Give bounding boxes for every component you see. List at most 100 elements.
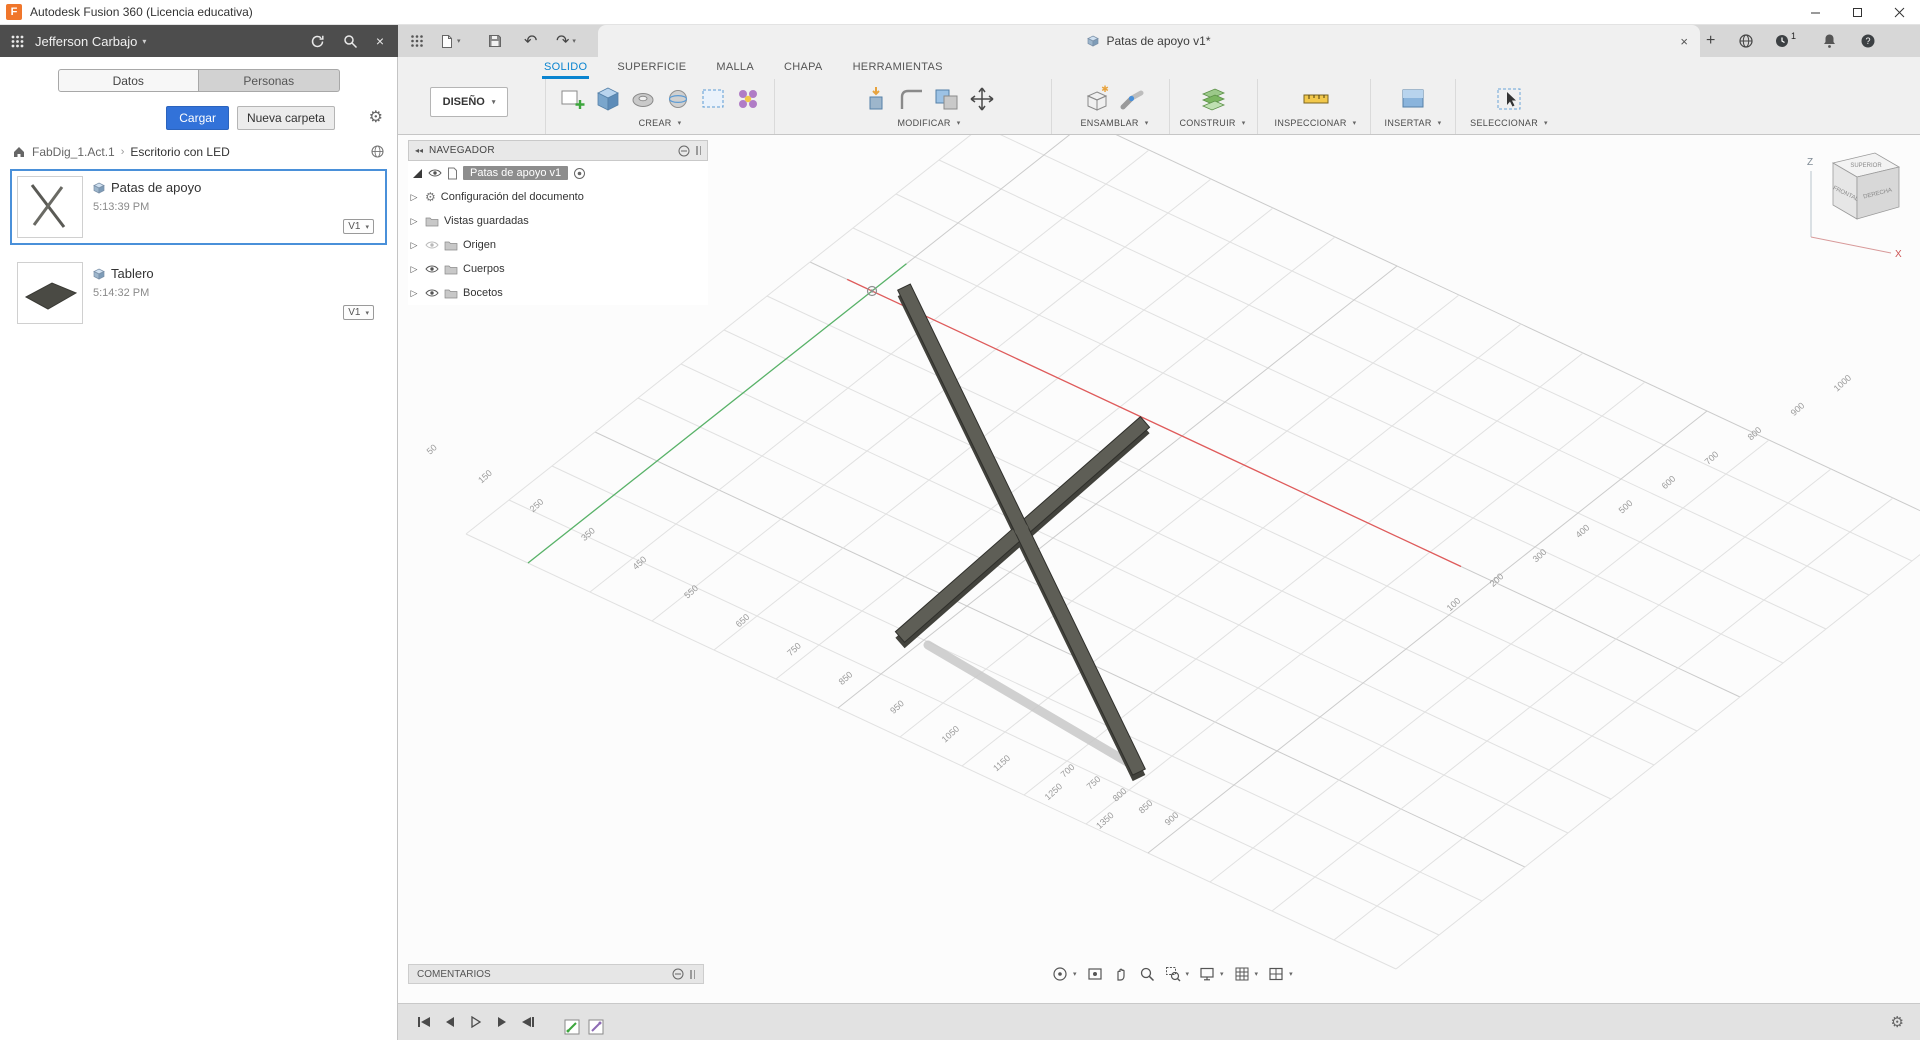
select-cursor-icon[interactable] [1493, 83, 1525, 115]
expand-triangle-icon[interactable]: ▷ [408, 216, 420, 227]
save-icon[interactable] [488, 25, 502, 57]
zoom-button[interactable] [1135, 963, 1159, 985]
fillet-icon[interactable] [896, 83, 928, 115]
group-label-crear[interactable]: CREAR ▾ [639, 118, 682, 128]
minimize-button[interactable] [1794, 0, 1836, 24]
upload-button[interactable]: Cargar [166, 106, 229, 130]
close-button[interactable] [1878, 0, 1920, 24]
timeline-play-button[interactable] [466, 1012, 486, 1032]
close-panel-icon[interactable]: × [376, 33, 384, 49]
look-at-button[interactable] [1083, 963, 1107, 985]
extrude-icon[interactable] [592, 83, 624, 115]
timeline-go-end-button[interactable] [518, 1012, 538, 1032]
panel-settings-gear-icon[interactable]: ⚙ [369, 107, 383, 127]
timeline-step-back-button[interactable] [440, 1012, 460, 1032]
ribbon-tab-solido[interactable]: SOLIDO [542, 61, 590, 79]
comments-bar[interactable]: COMENTARIOS [408, 964, 704, 984]
panel-drag-handle[interactable] [696, 146, 701, 155]
new-tab-button[interactable]: + [1706, 25, 1715, 57]
navigator-root-row[interactable]: Patas de apoyo v1 [408, 161, 708, 185]
undo-icon[interactable]: ↶ [524, 25, 537, 57]
navigator-header[interactable]: ◂◂ NAVEGADOR [408, 140, 708, 161]
data-item-tablero[interactable]: Tablero 5:14:32 PM V1 ▾ [10, 255, 387, 331]
breadcrumb-root[interactable]: FabDig_1.Act.1 [32, 145, 115, 159]
search-icon[interactable] [343, 34, 358, 49]
group-label-insertar[interactable]: INSERTAR ▾ [1385, 118, 1442, 128]
file-menu-icon[interactable]: ▾ [440, 25, 461, 57]
collapse-circle-icon[interactable] [678, 145, 690, 157]
version-dropdown[interactable]: V1 ▾ [343, 219, 374, 234]
home-icon[interactable] [12, 145, 26, 158]
orbit-button[interactable]: ▾ [1048, 963, 1081, 985]
help-icon[interactable]: ? [1860, 25, 1876, 57]
measure-icon[interactable] [1300, 83, 1332, 115]
model-x-legs[interactable] [894, 283, 1151, 782]
group-label-modificar[interactable]: MODIFICAR ▾ [897, 118, 960, 128]
document-tab[interactable]: Patas de apoyo v1* × [598, 25, 1700, 57]
pan-button[interactable] [1109, 963, 1133, 985]
tab-personas[interactable]: Personas [199, 69, 340, 92]
new-folder-button[interactable]: Nueva carpeta [236, 106, 335, 130]
document-tab-close-icon[interactable]: × [1680, 34, 1688, 49]
expand-triangle-icon[interactable]: ▷ [408, 192, 420, 203]
notifications-bell-icon[interactable] [1822, 25, 1837, 57]
visibility-eye-off-icon[interactable] [425, 240, 439, 250]
navigator-node-origin[interactable]: ▷ Origen [408, 233, 708, 257]
activate-radio-icon[interactable] [573, 167, 586, 180]
workspace-selector[interactable]: DISEÑO ▾ [430, 87, 508, 117]
redo-icon[interactable]: ↷ ▾ [556, 25, 576, 57]
navigator-node-bodies[interactable]: ▷ Cuerpos [408, 257, 708, 281]
navigator-node-doc-settings[interactable]: ▷ ⚙ Configuración del documento [408, 185, 708, 209]
panel-drag-handle[interactable] [690, 969, 695, 979]
tab-datos[interactable]: Datos [57, 69, 199, 92]
expand-triangle-icon[interactable]: ▷ [408, 264, 420, 275]
ribbon-tab-malla[interactable]: MALLA [714, 61, 756, 79]
group-label-construir[interactable]: CONSTRUIR ▾ [1179, 118, 1245, 128]
ribbon-tab-herramientas[interactable]: HERRAMIENTAS [851, 61, 945, 79]
joint-icon[interactable] [1116, 83, 1148, 115]
group-label-seleccionar[interactable]: SELECCIONAR ▾ [1470, 118, 1548, 128]
navigator-node-saved-views[interactable]: ▷ Vistas guardadas [408, 209, 708, 233]
derive-icon[interactable] [697, 83, 729, 115]
form-icon[interactable] [662, 83, 694, 115]
timeline-settings-gear-icon[interactable]: ⚙ [1891, 1013, 1904, 1031]
viewcube[interactable]: Z SUPERIOR FRONTAL DERECHA X [1795, 145, 1915, 263]
create-sketch-icon[interactable] [557, 83, 589, 115]
browser-globe-icon[interactable] [1738, 25, 1754, 57]
item-thumbnail[interactable] [17, 262, 83, 324]
timeline-feature-sketch-1[interactable] [564, 1019, 580, 1035]
zoom-window-button[interactable]: ▾ [1161, 963, 1194, 985]
pattern-icon[interactable] [732, 83, 764, 115]
combine-icon[interactable] [931, 83, 963, 115]
version-dropdown[interactable]: V1 ▾ [343, 305, 374, 320]
visibility-eye-icon[interactable] [428, 168, 442, 178]
user-menu[interactable]: Jefferson Carbajo [35, 34, 137, 49]
new-component-icon[interactable]: ✱ [1081, 83, 1113, 115]
apps-grid-icon[interactable] [10, 34, 25, 49]
insert-canvas-icon[interactable] [1397, 83, 1429, 115]
grid-settings-button[interactable]: ▾ [1230, 963, 1263, 985]
visibility-eye-icon[interactable] [425, 264, 439, 274]
collapse-circle-icon[interactable] [672, 968, 684, 980]
navigator-node-sketches[interactable]: ▷ Bocetos [408, 281, 708, 305]
group-label-ensamblar[interactable]: ENSAMBLAR ▾ [1080, 118, 1148, 128]
job-status-clock-icon[interactable]: 1 [1774, 25, 1796, 57]
visibility-eye-icon[interactable] [425, 288, 439, 298]
timeline-feature-sketch-2[interactable] [588, 1019, 604, 1035]
ribbon-tab-superficie[interactable]: SUPERFICIE [615, 61, 688, 79]
navigator-document-name[interactable]: Patas de apoyo v1 [463, 166, 569, 180]
group-label-inspeccionar[interactable]: INSPECCIONAR ▾ [1275, 118, 1357, 128]
ribbon-tab-chapa[interactable]: CHAPA [782, 61, 825, 79]
display-settings-button[interactable]: ▾ [1195, 963, 1228, 985]
collapse-arrows-icon[interactable]: ◂◂ [415, 146, 423, 155]
item-thumbnail[interactable] [17, 176, 83, 238]
data-item-patas[interactable]: Patas de apoyo 5:13:39 PM V1 ▾ [10, 169, 387, 245]
toolbar-grid-icon[interactable] [410, 25, 424, 57]
timeline-go-start-button[interactable] [414, 1012, 434, 1032]
maximize-button[interactable] [1836, 0, 1878, 24]
construction-plane-icon[interactable] [1197, 83, 1229, 115]
revolve-icon[interactable] [627, 83, 659, 115]
refresh-icon[interactable] [310, 34, 325, 49]
share-globe-icon[interactable] [370, 144, 385, 159]
press-pull-icon[interactable] [861, 83, 893, 115]
